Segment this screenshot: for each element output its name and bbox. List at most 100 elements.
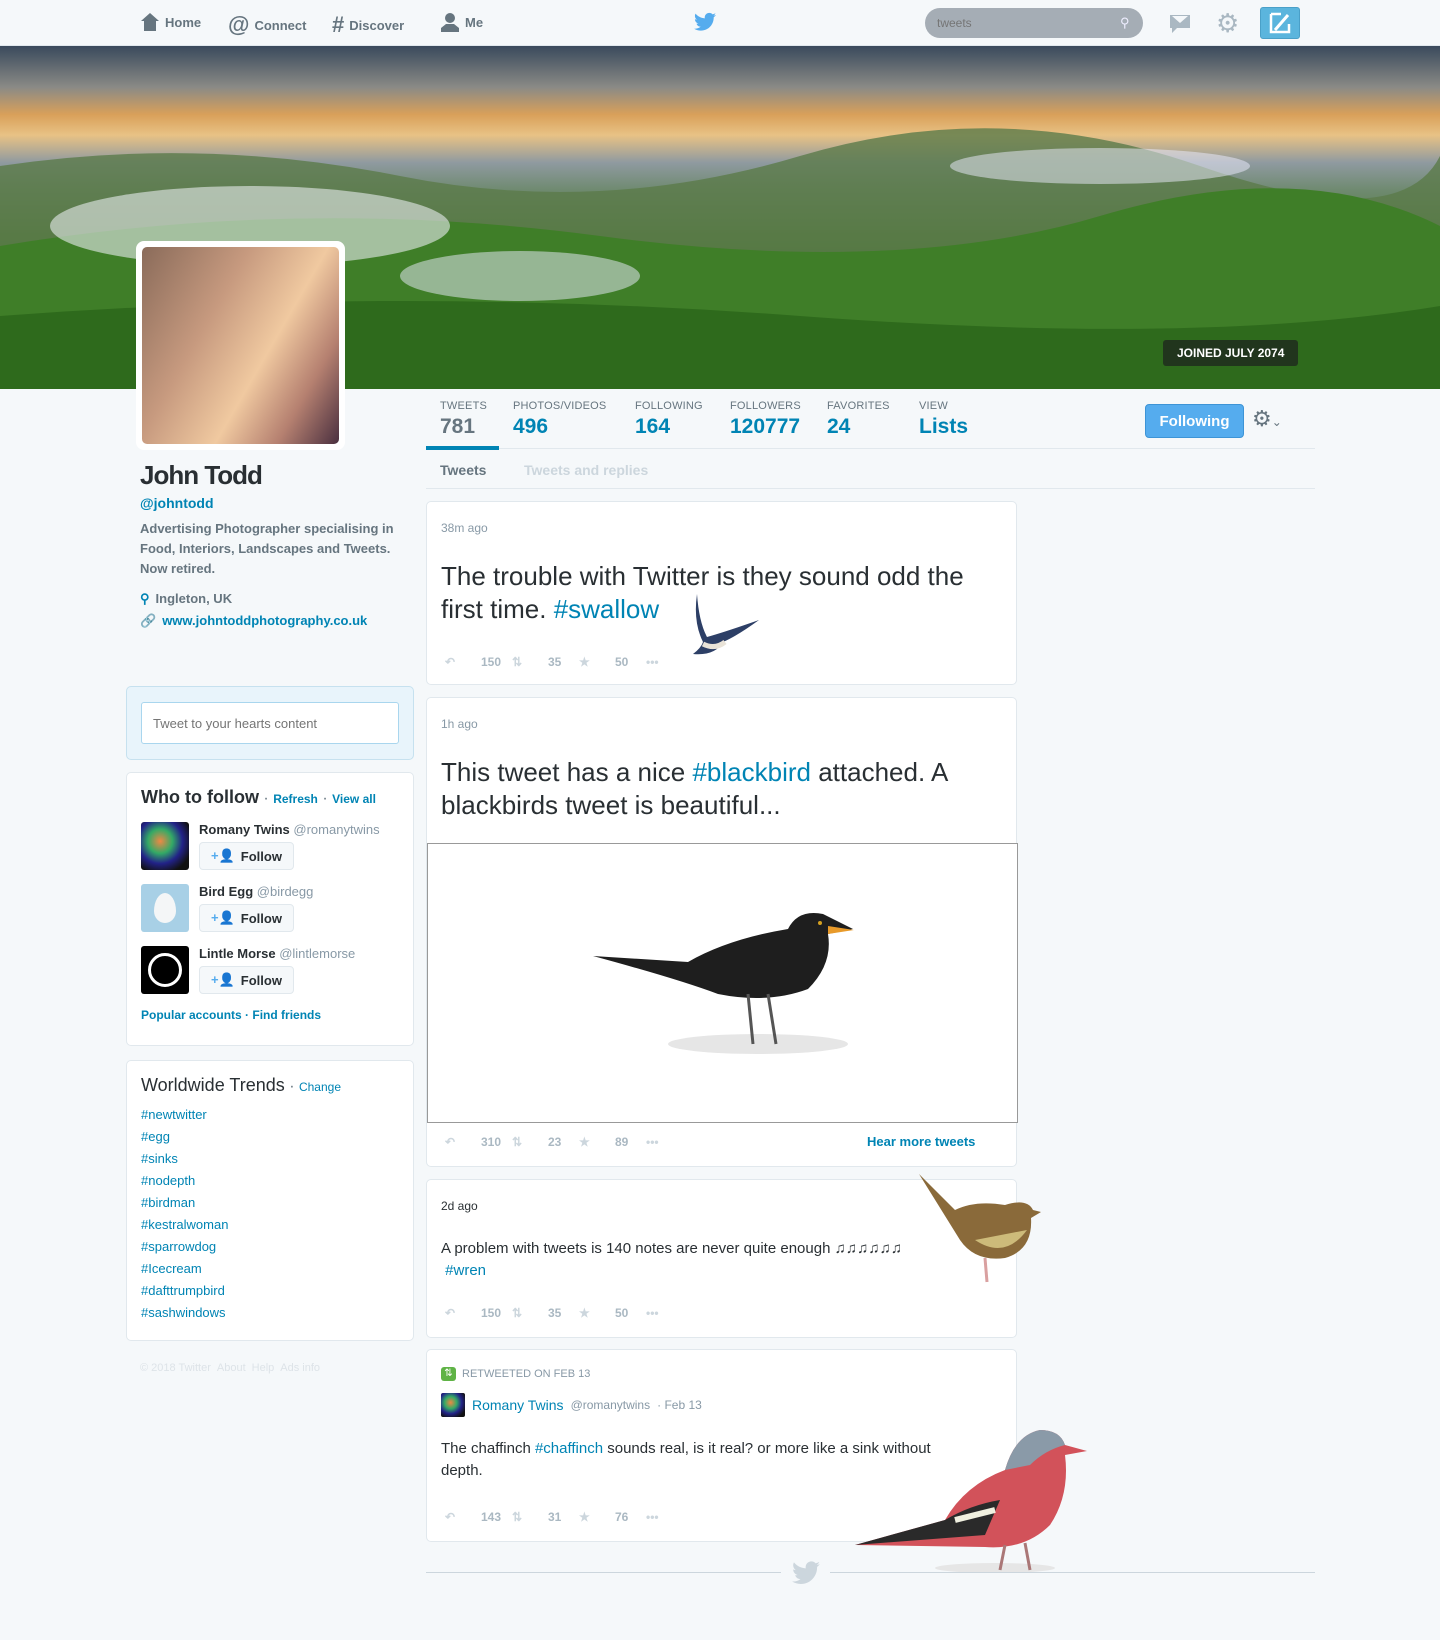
- compose-tweet-button[interactable]: [1260, 7, 1300, 39]
- nav-me[interactable]: Me: [440, 12, 483, 32]
- favorite-button[interactable]: ★ 76: [579, 1510, 646, 1524]
- user-name[interactable]: Bird Egg: [199, 884, 253, 899]
- reply-button[interactable]: ↶ 143: [445, 1510, 512, 1524]
- retweet-icon: ⇅: [512, 1510, 523, 1524]
- tab-tweets[interactable]: Tweets: [440, 462, 486, 478]
- reply-button[interactable]: ↶ 310: [445, 1135, 512, 1149]
- follow-button[interactable]: +👤 Follow: [199, 842, 294, 870]
- trend-item[interactable]: #newtwitter: [141, 1104, 399, 1126]
- stat-favorites[interactable]: FAVORITES 24: [827, 400, 890, 439]
- refresh-link[interactable]: Refresh: [273, 792, 318, 806]
- nav-home[interactable]: Home: [140, 12, 201, 32]
- follow-button[interactable]: +👤 Follow: [199, 904, 294, 932]
- retweet-button[interactable]: ⇅ 35: [512, 655, 579, 669]
- star-icon: ★: [579, 1510, 590, 1524]
- avatar[interactable]: [141, 822, 189, 870]
- stat-followers[interactable]: FOLLOWERS 120777: [730, 400, 801, 439]
- avatar-photo: [142, 247, 339, 444]
- tweet-time[interactable]: 38m ago: [441, 521, 488, 535]
- twitter-logo-icon[interactable]: [694, 12, 716, 32]
- stat-following[interactable]: FOLLOWING 164: [635, 400, 703, 439]
- reply-button[interactable]: ↶ 150: [445, 655, 512, 669]
- trend-item[interactable]: #Icecream: [141, 1258, 399, 1280]
- user-name[interactable]: Romany Twins: [199, 822, 290, 837]
- add-user-icon: +👤: [211, 910, 235, 925]
- more-icon[interactable]: •••: [646, 1510, 713, 1524]
- following-button[interactable]: Following: [1145, 404, 1244, 438]
- footer-ads[interactable]: Ads info: [280, 1362, 320, 1374]
- stat-photos[interactable]: PHOTOS/VIDEOS 496: [513, 400, 606, 439]
- favorite-button[interactable]: ★ 89: [579, 1135, 646, 1149]
- blackbird-image: [593, 913, 854, 1054]
- suggested-user: Romany Twins @romanytwins +👤 Follow: [141, 822, 399, 870]
- timeline-end-line: [426, 1572, 781, 1573]
- footer-about[interactable]: About: [217, 1362, 246, 1374]
- view-all-link[interactable]: View all: [332, 792, 376, 806]
- user-actions-gear-icon[interactable]: ⚙⌄: [1252, 406, 1282, 432]
- user-icon: [441, 13, 459, 32]
- profile-bio: Advertising Photographer specialising in…: [140, 521, 394, 576]
- hashtag-link[interactable]: #swallow: [554, 594, 660, 624]
- change-trends-link[interactable]: Change: [299, 1080, 341, 1094]
- author-handle: @romanytwins: [570, 1398, 651, 1412]
- retweet-button[interactable]: ⇅ 31: [512, 1510, 579, 1524]
- more-icon[interactable]: •••: [646, 1135, 713, 1149]
- favorite-button[interactable]: ★ 50: [579, 655, 646, 669]
- profile-url[interactable]: www.johntoddphotography.co.uk: [162, 613, 367, 629]
- user-name[interactable]: Lintle Morse: [199, 946, 276, 961]
- reply-button[interactable]: ↶ 150: [445, 1306, 512, 1320]
- avatar[interactable]: [141, 946, 189, 994]
- link-icon: 🔗: [140, 613, 157, 628]
- trend-item[interactable]: #egg: [141, 1126, 399, 1148]
- trend-item[interactable]: #sparrowdog: [141, 1236, 399, 1258]
- tweet-actions: ↶ 150 ⇅ 35 ★ 50 •••: [445, 1306, 713, 1320]
- retweet-button[interactable]: ⇅ 23: [512, 1135, 579, 1149]
- tweet-date[interactable]: · Feb 13: [657, 1398, 702, 1412]
- footer: © 2018 Twitter About Help Ads info: [140, 1362, 321, 1374]
- trend-item[interactable]: #sashwindows: [141, 1302, 399, 1324]
- follow-button[interactable]: +👤 Follow: [199, 966, 294, 994]
- logo-icon: [148, 953, 182, 987]
- trend-item[interactable]: #birdman: [141, 1192, 399, 1214]
- search-icon[interactable]: ⚲: [1120, 15, 1130, 31]
- popular-accounts-link[interactable]: Popular accounts: [141, 1008, 242, 1022]
- tweet-compose-input[interactable]: [141, 702, 399, 744]
- settings-icon[interactable]: ⚙: [1216, 8, 1239, 39]
- avatar[interactable]: [441, 1393, 465, 1417]
- stat-tweets[interactable]: TWEETS 781: [440, 400, 487, 439]
- nav-connect[interactable]: @ Connect: [228, 12, 306, 38]
- hashtag-link[interactable]: #chaffinch: [535, 1440, 603, 1457]
- active-stat-underline: [426, 446, 499, 450]
- trend-item[interactable]: #nodepth: [141, 1170, 399, 1192]
- tweet-time[interactable]: 1h ago: [441, 717, 478, 731]
- favorite-button[interactable]: ★ 50: [579, 1306, 646, 1320]
- trend-item[interactable]: #sinks: [141, 1148, 399, 1170]
- tweet-time[interactable]: 2d ago: [441, 1199, 478, 1213]
- tweet-actions: ↶ 310 ⇅ 23 ★ 89 •••: [445, 1135, 713, 1149]
- profile-avatar[interactable]: [136, 241, 345, 450]
- author-name[interactable]: Romany Twins: [472, 1397, 564, 1413]
- more-icon[interactable]: •••: [646, 655, 713, 669]
- more-icon[interactable]: •••: [646, 1306, 713, 1320]
- profile-handle[interactable]: @johntodd: [140, 495, 410, 511]
- tweet-box-card: [126, 686, 414, 760]
- trend-item[interactable]: #dafttrumpbird: [141, 1280, 399, 1302]
- trend-item[interactable]: #kestralwoman: [141, 1214, 399, 1236]
- nav-discover[interactable]: # Discover: [332, 12, 404, 38]
- find-friends-link[interactable]: Find friends: [252, 1008, 321, 1022]
- tweet-media[interactable]: [427, 843, 1018, 1123]
- hashtag-link[interactable]: #wren: [445, 1262, 486, 1279]
- footer-help[interactable]: Help: [252, 1362, 275, 1374]
- messages-icon[interactable]: [1169, 12, 1191, 34]
- retweet-icon: ⇅: [512, 655, 523, 669]
- tweet: 1h ago This tweet has a nice #blackbird …: [426, 697, 1018, 1167]
- location-icon: ⚲: [140, 591, 150, 606]
- tweet-actions: ↶ 150 ⇅ 35 ★ 50 •••: [445, 655, 713, 669]
- search-input[interactable]: [925, 8, 1143, 38]
- retweet-button[interactable]: ⇅ 35: [512, 1306, 579, 1320]
- tab-tweets-and-replies[interactable]: Tweets and replies: [524, 462, 648, 478]
- hashtag-link[interactable]: #blackbird: [692, 757, 811, 787]
- hear-more-tweets-link[interactable]: Hear more tweets: [867, 1134, 975, 1149]
- stat-lists[interactable]: VIEW Lists: [919, 400, 968, 439]
- avatar[interactable]: [141, 884, 189, 932]
